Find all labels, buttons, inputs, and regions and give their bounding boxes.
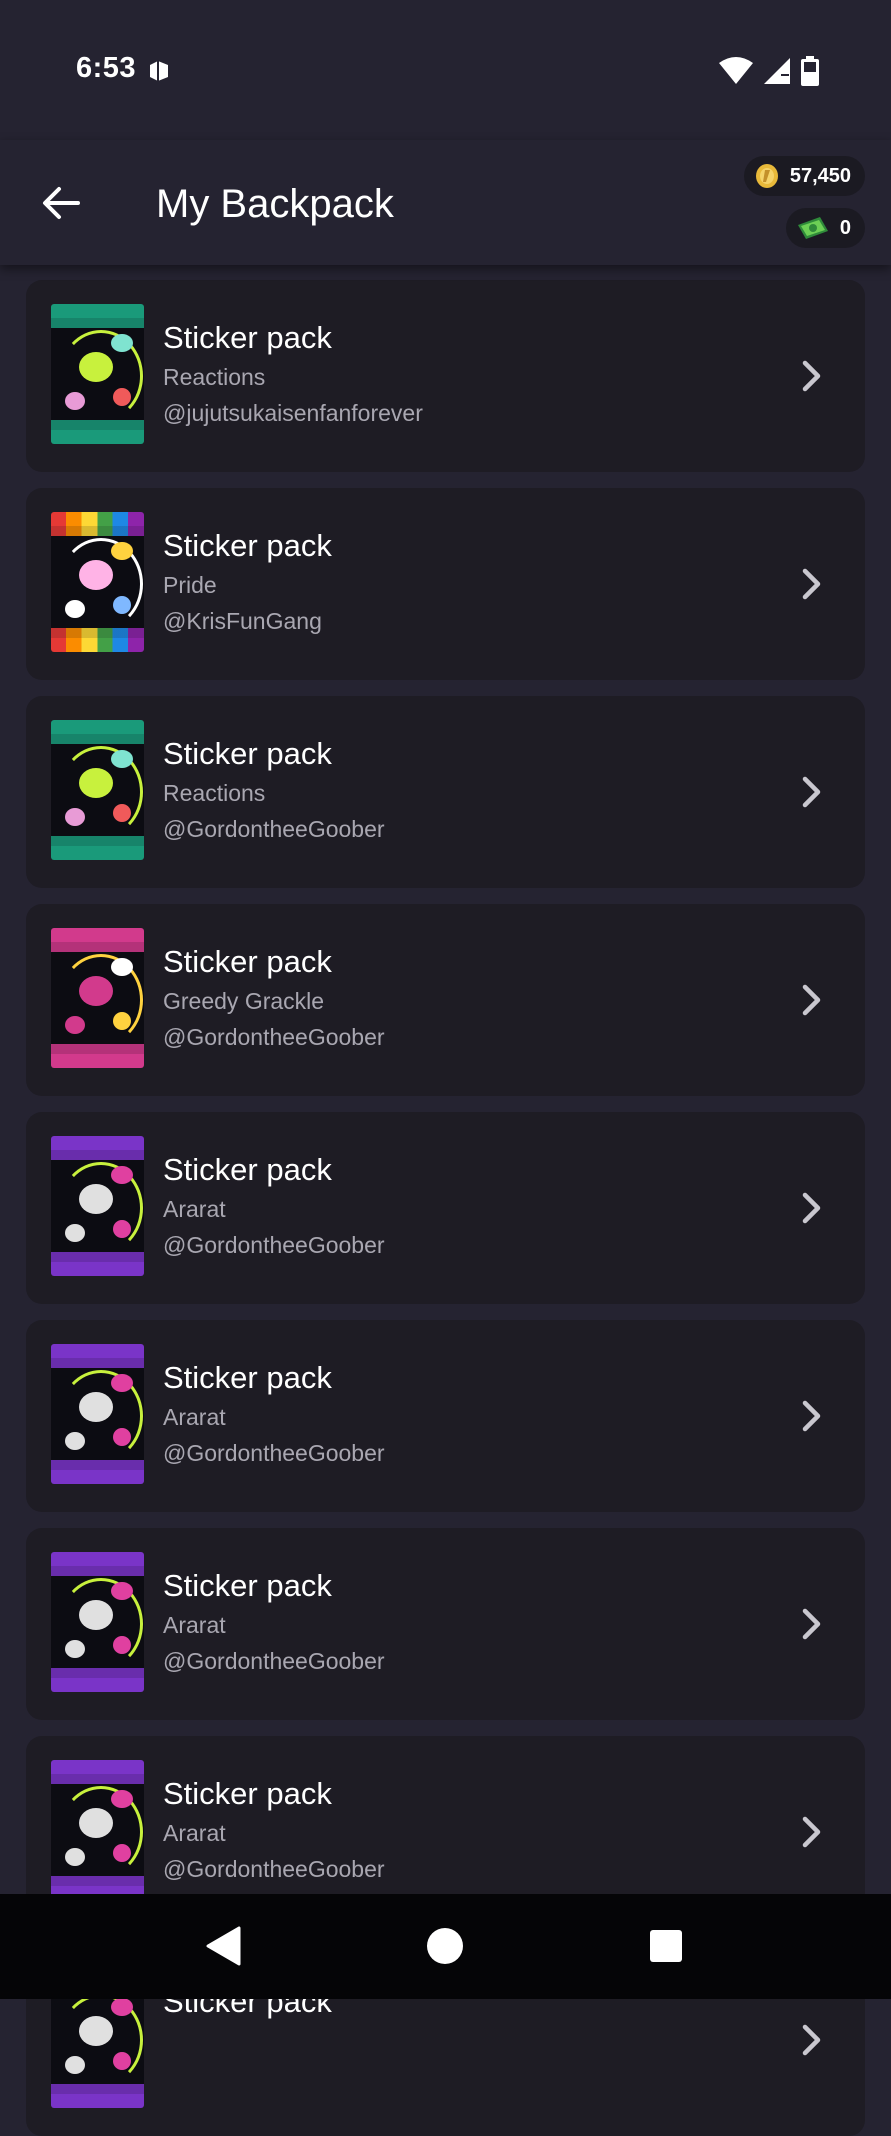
signal-icon <box>764 58 790 84</box>
list-item[interactable]: Sticker pack Ararat @GordontheeGoober <box>26 1320 865 1512</box>
item-username: @GordontheeGoober <box>163 1856 385 1882</box>
back-button[interactable] <box>36 178 86 228</box>
item-subtitle: Greedy Grackle <box>163 988 325 1014</box>
chevron-right-icon <box>802 360 821 392</box>
nav-home-button[interactable] <box>423 1924 467 1968</box>
item-title: Sticker pack <box>163 1360 332 1395</box>
nav-recents-icon <box>650 1930 682 1962</box>
page-title: My Backpack <box>156 182 394 226</box>
sticker-pack-image <box>51 304 144 444</box>
item-subtitle: Ararat <box>163 1612 226 1638</box>
sticker-pack-image <box>51 928 144 1068</box>
item-username: @GordontheeGoober <box>163 816 385 842</box>
gold-coin-icon <box>755 164 778 188</box>
sticker-pack-image <box>51 720 144 860</box>
item-subtitle: Ararat <box>163 1820 226 1846</box>
chevron-right-icon <box>802 1400 821 1432</box>
chevron-right-icon <box>802 1608 821 1640</box>
gold-balance[interactable]: 57,450 <box>743 156 865 196</box>
item-username: @KrisFunGang <box>163 608 322 634</box>
chevron-right-icon <box>802 1192 821 1224</box>
item-title: Sticker pack <box>163 320 332 355</box>
status-bar: 6:53 <box>0 0 891 140</box>
gold-amount: 57,450 <box>789 164 851 187</box>
item-subtitle: Reactions <box>163 364 266 390</box>
cash-amount: 0 <box>839 216 851 239</box>
nav-recents-button[interactable] <box>644 1924 688 1968</box>
sticker-pack-image <box>51 1552 144 1692</box>
wifi-icon <box>719 57 753 84</box>
sticker-pack-image <box>51 512 144 652</box>
item-title: Sticker pack <box>163 1776 332 1811</box>
notification-app-icon <box>150 61 168 81</box>
sticker-pack-image <box>51 1136 144 1276</box>
item-title: Sticker pack <box>163 1152 332 1187</box>
nav-back-button[interactable] <box>201 1924 245 1968</box>
item-title: Sticker pack <box>163 1568 332 1603</box>
chevron-right-icon <box>802 2024 821 2056</box>
item-username: @GordontheeGoober <box>163 1232 385 1258</box>
item-title: Sticker pack <box>163 944 332 979</box>
list-item[interactable]: Sticker pack Reactions @GordontheeGoober <box>26 696 865 888</box>
cash-icon <box>797 217 828 239</box>
item-username: @jujutsukaisenfanforever <box>163 400 423 426</box>
chevron-right-icon <box>802 1816 821 1848</box>
item-title: Sticker pack <box>163 528 332 563</box>
chevron-right-icon <box>802 776 821 808</box>
battery-icon <box>801 56 819 86</box>
item-subtitle: Pride <box>163 572 217 598</box>
item-subtitle: Ararat <box>163 1196 226 1222</box>
nav-back-icon <box>206 1926 241 1966</box>
back-arrow-icon <box>43 187 80 219</box>
chevron-right-icon <box>802 568 821 600</box>
sticker-pack-image <box>51 1760 144 1900</box>
list-item[interactable]: Sticker pack Ararat @GordontheeGoober <box>26 1528 865 1720</box>
status-time: 6:53 <box>76 52 137 84</box>
cash-balance[interactable]: 0 <box>785 208 865 248</box>
item-username: @GordontheeGoober <box>163 1440 385 1466</box>
item-username: @GordontheeGoober <box>163 1648 385 1674</box>
item-subtitle: Reactions <box>163 780 266 806</box>
item-subtitle: Ararat <box>163 1404 226 1430</box>
app-bar: My Backpack 57,450 0 <box>0 140 891 265</box>
nav-home-icon <box>427 1928 463 1964</box>
list-item[interactable]: Sticker pack Greedy Grackle @GordontheeG… <box>26 904 865 1096</box>
item-username: @GordontheeGoober <box>163 1024 385 1050</box>
list-item[interactable]: Sticker pack Reactions @jujutsukaisenfan… <box>26 280 865 472</box>
chevron-right-icon <box>802 984 821 1016</box>
sticker-pack-image <box>51 1344 144 1484</box>
item-title: Sticker pack <box>163 736 332 771</box>
system-nav-bar <box>0 1894 891 1999</box>
list-item[interactable]: Sticker pack Pride @KrisFunGang <box>26 488 865 680</box>
list-item[interactable]: Sticker pack Ararat @GordontheeGoober <box>26 1112 865 1304</box>
